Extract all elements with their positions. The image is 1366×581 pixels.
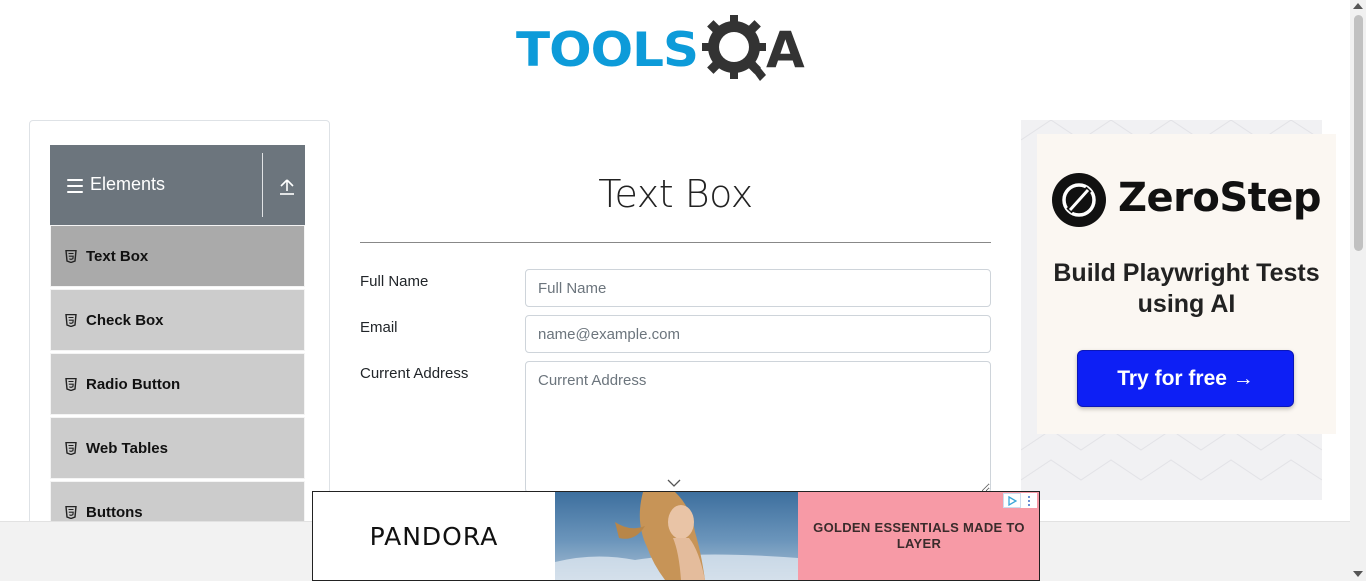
email-input[interactable] [525,315,991,353]
current-address-textarea[interactable] [525,361,991,493]
adchoices-icon[interactable] [1003,493,1021,508]
sidebar-item-label: Web Tables [86,439,168,457]
bottom-banner-ad[interactable]: PANDORA GOLDEN ESSENTIALS MADE TO LAYER [312,491,1040,581]
scrollbar-thumb[interactable] [1354,15,1363,251]
sidebar-item-web-tables[interactable]: Web Tables [50,417,305,479]
logo-text-a: A [766,21,805,79]
page-title: Text Box [598,172,753,216]
zerostep-brand: ZeroStep [1118,175,1322,221]
ad-text: GOLDEN ESSENTIALS MADE TO LAYER [813,520,1025,551]
ad-menu-dots-icon[interactable] [1021,493,1037,508]
chevron-down-icon[interactable] [667,478,681,488]
html5-icon [65,377,77,391]
page: TOOLS A Elements Text Box Check Box Radi… [0,0,1366,581]
zerostep-logo-icon [1052,173,1106,227]
group-title: Elements [90,174,166,194]
group-header-divider [262,153,263,217]
group-header-elements[interactable]: Elements [50,145,305,225]
sidebar-item-label: Check Box [86,311,164,329]
upload-arrow-icon[interactable] [278,178,296,196]
scroll-down-arrow-icon[interactable] [1353,571,1363,577]
hamburger-icon [67,179,83,193]
pandora-logo: PANDORA [313,492,555,580]
title-divider [360,242,991,243]
logo-qa: A [700,13,805,87]
sidebar-item-text-box[interactable]: Text Box [50,225,305,287]
html5-icon [65,505,77,519]
zerostep-mark-icon [1062,183,1096,217]
email-label: Email [360,319,398,336]
ad-photo [555,492,798,580]
sidebar-item-label: Text Box [86,247,149,265]
sidebar-item-check-box[interactable]: Check Box [50,289,305,351]
html5-icon [65,249,77,263]
toolsqa-logo[interactable]: TOOLS A [516,12,840,88]
sidebar-item-radio-button[interactable]: Radio Button [50,353,305,415]
logo-text-tools: TOOLS [516,22,699,78]
sidebar-item-label: Buttons [86,503,143,521]
adchoices-badge[interactable] [1003,493,1039,508]
gear-magnifier-icon [702,15,766,81]
html5-icon [65,313,77,327]
full-name-label: Full Name [360,273,429,290]
html5-icon [65,441,77,455]
model-photo-image [555,492,798,580]
sidebar-item-label: Radio Button [86,375,181,393]
current-address-label: Current Address [360,365,469,382]
zerostep-tagline: Build Playwright Tests using AI [1053,259,1320,318]
scroll-up-arrow-icon[interactable] [1353,3,1363,9]
full-name-input[interactable] [525,269,991,307]
pandora-brand: PANDORA [369,521,499,551]
try-for-free-button[interactable]: Try for free → [1077,350,1294,407]
